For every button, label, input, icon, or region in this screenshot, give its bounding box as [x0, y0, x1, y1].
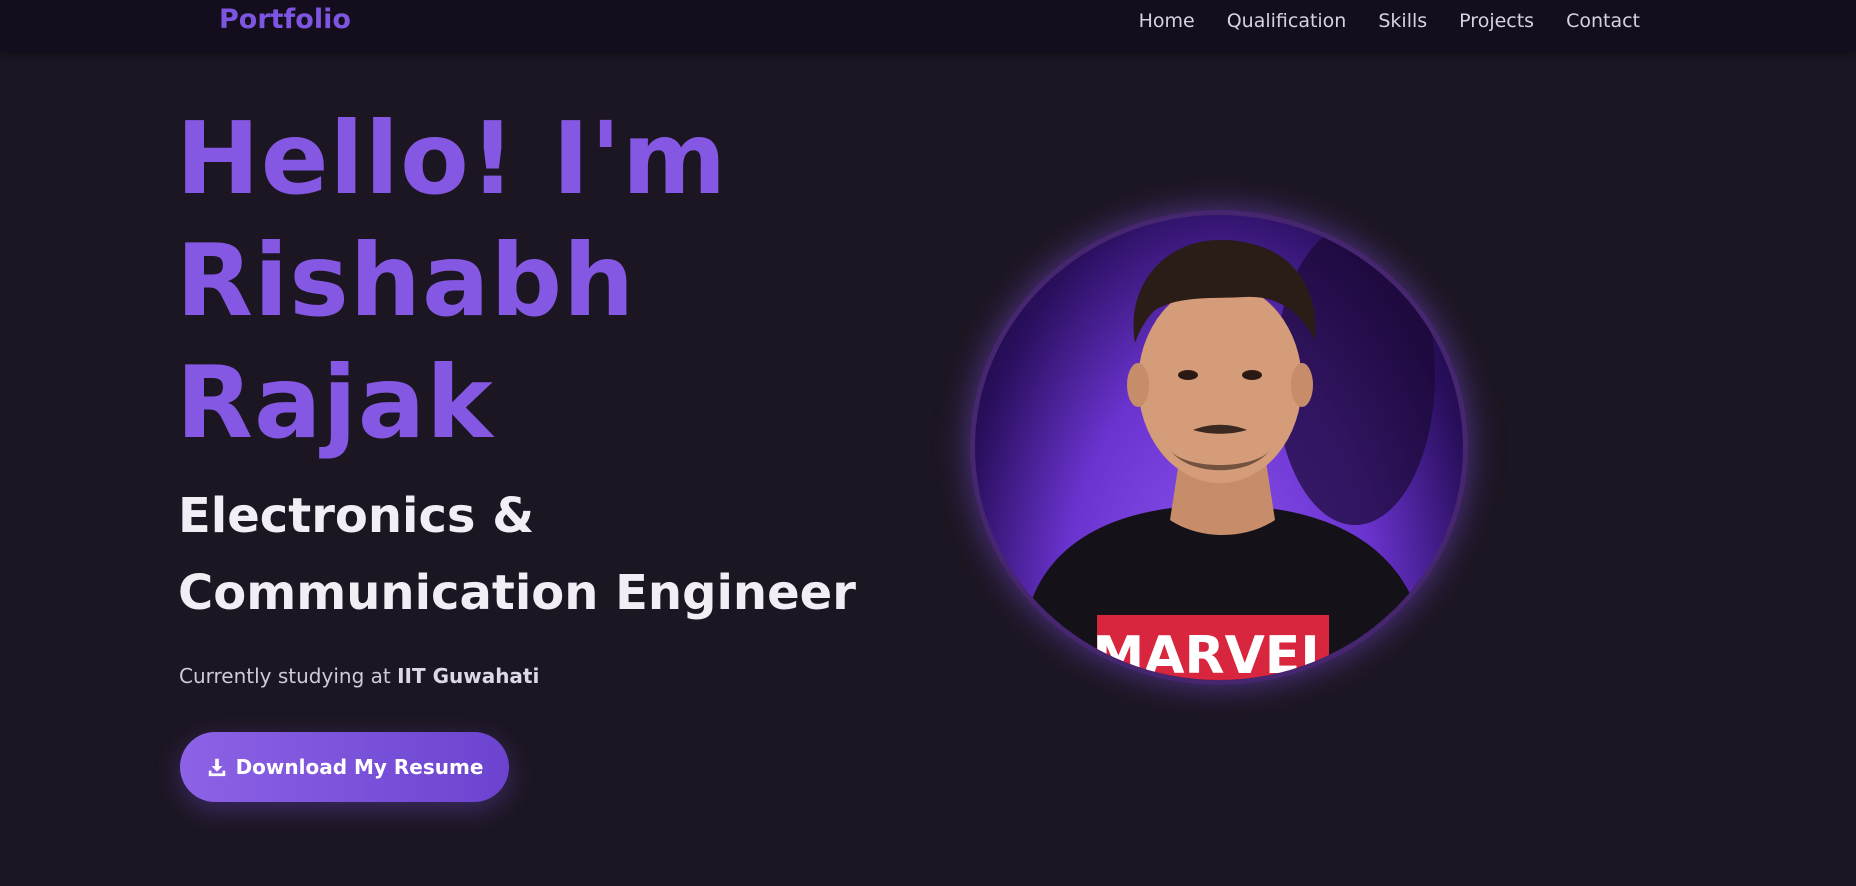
hero-title-line: Rajak — [176, 344, 494, 461]
study-institute: IIT Guwahati — [397, 664, 540, 688]
hero-title: Hello! I'm Rishabh Rajak — [176, 98, 896, 464]
hero-title-line: Rishabh — [176, 222, 636, 339]
profile-photo: MARVEL — [970, 210, 1468, 685]
download-resume-label: Download My Resume — [235, 755, 484, 779]
download-resume-button[interactable]: Download My Resume — [180, 732, 509, 802]
nav-links: Home Qualification Skills Projects Conta… — [1139, 10, 1640, 32]
shirt-logo-text: MARVEL — [1093, 626, 1334, 680]
nav-link-home[interactable]: Home — [1139, 10, 1195, 32]
hero-subtitle: Electronics & Communication Engineer — [178, 478, 898, 632]
hero-subtitle-line: Communication Engineer — [178, 565, 856, 621]
study-prefix: Currently studying at — [179, 664, 398, 688]
navbar: Portfolio Home Qualification Skills Proj… — [0, 0, 1856, 52]
brand-logo[interactable]: Portfolio — [219, 4, 351, 35]
nav-link-skills[interactable]: Skills — [1378, 10, 1427, 32]
study-line: Currently studying at IIT Guwahati — [179, 664, 539, 688]
hero-title-line: Hello! I'm — [176, 100, 728, 217]
nav-link-projects[interactable]: Projects — [1459, 10, 1534, 32]
hero-subtitle-line: Electronics & — [178, 488, 535, 544]
nav-link-qualification[interactable]: Qualification — [1227, 10, 1347, 32]
profile-photo-illustration: MARVEL — [1010, 225, 1435, 680]
download-icon — [208, 758, 225, 777]
nav-link-contact[interactable]: Contact — [1566, 10, 1640, 32]
